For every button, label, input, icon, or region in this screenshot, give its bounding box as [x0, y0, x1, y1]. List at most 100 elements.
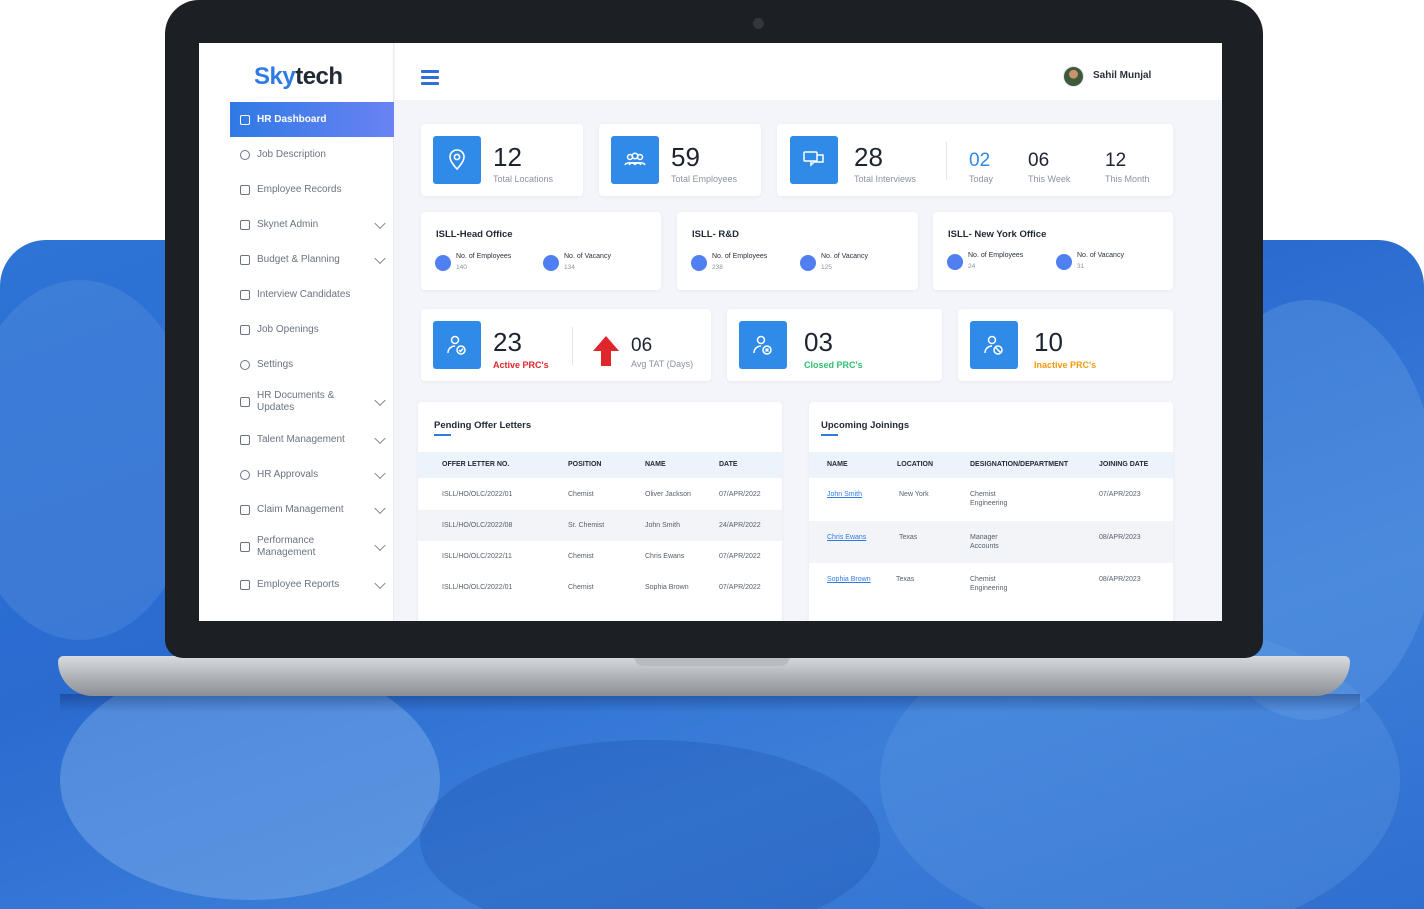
briefcase-icon: [543, 255, 559, 271]
sidebar-item-hr-documents[interactable]: HR Documents & Updates: [230, 382, 394, 422]
group-icon: [611, 136, 659, 184]
sidebar-item-settings[interactable]: Settings: [230, 347, 394, 382]
table-row[interactable]: ISLL/HO/OLC/2022/01 Chemist Oliver Jacks…: [418, 479, 782, 510]
user-close-icon: [739, 321, 787, 369]
column-header[interactable]: DATE: [719, 461, 738, 468]
sidebar-item-label: Job Openings: [257, 323, 319, 335]
total-employees-value: 59: [671, 142, 700, 172]
week-value: 06: [1028, 150, 1050, 171]
chevron-down-icon[interactable]: [374, 502, 386, 514]
sidebar-item-job-description[interactable]: Job Description: [230, 137, 394, 172]
vacancy-label: No. of Vacancy: [564, 253, 611, 260]
chevron-down-icon[interactable]: [374, 432, 386, 444]
layers-icon: [240, 254, 250, 265]
column-header[interactable]: NAME: [645, 461, 666, 468]
sidebar-item-label: Employee Records: [257, 183, 342, 195]
cell: 24/APR/2022: [719, 522, 761, 529]
vacancy-value: 31: [1077, 263, 1085, 270]
chevron-down-icon[interactable]: [374, 252, 386, 264]
table-row[interactable]: ISLL/HO/OLC/2022/01 Chemist Sophia Brown…: [418, 572, 782, 603]
user-icon: [691, 255, 707, 271]
month-label: This Month: [1105, 174, 1150, 184]
employees-label: No. of Employees: [712, 253, 768, 260]
sidebar-item-skynet-admin[interactable]: Skynet Admin: [230, 207, 394, 242]
background-shape: [420, 740, 880, 909]
table-row[interactable]: Chris Ewans Texas Manager Accounts 08/AP…: [809, 521, 1173, 563]
sidebar-item-employee-records[interactable]: Employee Records: [230, 172, 394, 207]
sidebar-item-label: Skynet Admin: [257, 218, 319, 230]
brand-logo[interactable]: Skytech: [254, 63, 343, 91]
chevron-down-icon[interactable]: [374, 394, 386, 407]
inactive-prc-card[interactable]: 10 Inactive PRC's: [958, 309, 1173, 381]
office-card-new-york[interactable]: ISLL- New York Office No. of Employees 2…: [933, 212, 1173, 290]
dashboard-screen: Skytech HR Dashboard Job Description Emp…: [199, 43, 1222, 621]
sidebar-item-label: Claim Management: [257, 503, 344, 515]
office-card-head[interactable]: ISLL-Head Office No. of Employees 140 No…: [421, 212, 661, 290]
cell: ISLL/HO/OLC/2022/11: [442, 553, 512, 560]
employee-link[interactable]: Chris Ewans: [827, 533, 866, 542]
table-header: OFFER LETTER NO. POSITION NAME DATE: [418, 452, 782, 478]
column-header[interactable]: DESIGNATION/DEPARTMENT: [970, 461, 1068, 468]
menu-icon[interactable]: [421, 70, 439, 85]
office-name: ISLL-Head Office: [436, 229, 513, 240]
chevron-down-icon[interactable]: [374, 467, 386, 479]
sidebar-item-label: Talent Management: [257, 433, 345, 445]
sidebar-item-hr-approvals[interactable]: HR Approvals: [230, 457, 394, 492]
avg-tat-value: 06: [631, 335, 653, 356]
user-blocked-icon: [970, 321, 1018, 369]
column-header[interactable]: OFFER LETTER NO.: [442, 461, 509, 468]
user-icon: [435, 255, 451, 271]
column-header[interactable]: NAME: [827, 461, 848, 468]
inactive-prc-label: Inactive PRC's: [1034, 360, 1097, 370]
sidebar-item-hr-dashboard[interactable]: HR Dashboard: [230, 102, 394, 137]
active-prc-card[interactable]: 23 Active PRC's 06 Avg TAT (Days): [421, 309, 711, 381]
document-icon: [240, 434, 250, 445]
divider: [572, 327, 573, 365]
active-prc-value: 23: [493, 327, 522, 357]
logo-sky: Sky: [254, 63, 296, 90]
total-interviews-value: 28: [854, 142, 883, 172]
sidebar-item-job-openings[interactable]: Job Openings: [230, 312, 394, 347]
column-header[interactable]: POSITION: [568, 461, 601, 468]
chevron-down-icon[interactable]: [374, 577, 386, 589]
total-employees-card: 59 Total Employees: [599, 124, 761, 196]
sidebar-item-budget-planning[interactable]: Budget & Planning: [230, 242, 394, 277]
sidebar-item-claim-management[interactable]: Claim Management: [230, 492, 394, 527]
table-row[interactable]: ISLL/HO/OLC/2022/08 Sr. Chemist John Smi…: [418, 510, 782, 541]
closed-prc-card[interactable]: 03 Closed PRC's: [727, 309, 942, 381]
office-card-rnd[interactable]: ISLL- R&D No. of Employees 238 No. of Va…: [677, 212, 918, 290]
sidebar-item-talent-management[interactable]: Talent Management: [230, 422, 394, 457]
cell: Chemist: [970, 576, 996, 583]
sidebar-item-label: Employee Reports: [257, 578, 340, 590]
sidebar-item-label: HR Approvals: [257, 468, 319, 480]
sidebar-item-performance-management[interactable]: Performance Management: [230, 527, 394, 567]
chevron-down-icon[interactable]: [374, 217, 386, 229]
chat-icon: [790, 136, 838, 184]
employees-label: No. of Employees: [968, 252, 1024, 259]
sidebar-item-employee-reports[interactable]: Employee Reports: [230, 567, 394, 602]
user-name[interactable]: Sahil Munjal: [1093, 70, 1151, 81]
cell: 07/APR/2022: [719, 553, 761, 560]
total-employees-label: Total Employees: [671, 174, 738, 184]
cell: 08/APR/2023: [1099, 576, 1141, 583]
upcoming-joinings-panel: Upcoming Joinings NAME LOCATION DESIGNAT…: [809, 402, 1173, 621]
avatar[interactable]: [1063, 66, 1084, 87]
table-row[interactable]: Sophia Brown Texas Chemist Engineering 0…: [809, 563, 1173, 605]
total-locations-label: Total Locations: [493, 174, 554, 184]
sidebar-item-interview-candidates[interactable]: Interview Candidates: [230, 277, 394, 312]
user-check-icon: [433, 321, 481, 369]
cell: Sr. Chemist: [568, 522, 605, 529]
column-header[interactable]: JOINING DATE: [1099, 461, 1148, 468]
column-header[interactable]: LOCATION: [897, 461, 933, 468]
table-row[interactable]: John Smith New York Chemist Engineering …: [809, 479, 1173, 521]
closed-prc-label: Closed PRC's: [804, 360, 863, 370]
chevron-down-icon[interactable]: [374, 539, 386, 552]
title-underline: [821, 434, 838, 436]
sidebar-item-label: Performance Management: [257, 535, 316, 558]
sidebar-nav: HR Dashboard Job Description Employee Re…: [230, 102, 394, 602]
employee-link[interactable]: John Smith: [827, 490, 862, 499]
sidebar-item-label: Settings: [257, 358, 294, 370]
inactive-prc-value: 10: [1034, 327, 1063, 357]
table-row[interactable]: ISLL/HO/OLC/2022/11 Chemist Chris Ewans …: [418, 541, 782, 572]
employee-link[interactable]: Sophia Brown: [827, 575, 871, 584]
